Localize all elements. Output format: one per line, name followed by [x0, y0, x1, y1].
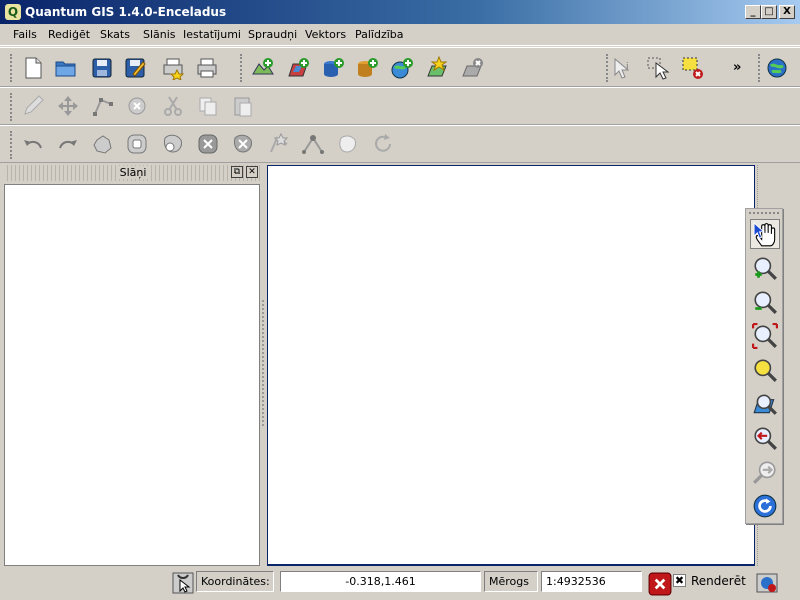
add-vector-layer-icon[interactable] — [250, 55, 276, 81]
split-features-icon[interactable] — [300, 131, 326, 157]
toolbar-grip[interactable] — [10, 93, 13, 121]
status-bar: Koordinātes: -0.318,1.461 Mērogs 1:49325… — [0, 569, 800, 600]
render-checkbox[interactable]: ✖ — [673, 574, 686, 587]
layers-panel-header[interactable]: Slāņi — [4, 165, 262, 181]
save-as-icon[interactable] — [122, 55, 148, 81]
menu-layer[interactable]: Slānis — [143, 28, 176, 41]
remove-layer-icon[interactable] — [460, 55, 486, 81]
paste-features-icon[interactable] — [230, 93, 256, 119]
toggle-extents-icon[interactable] — [170, 570, 194, 594]
copy-features-icon[interactable] — [195, 93, 221, 119]
add-part-icon[interactable] — [160, 131, 186, 157]
title-bar: Q Quantum GIS 1.4.0-Enceladus _ □ X — [0, 0, 800, 24]
svg-text:i: i — [626, 62, 629, 72]
minimize-button[interactable]: _ — [745, 5, 761, 19]
move-feature-icon[interactable] — [55, 93, 81, 119]
open-project-icon[interactable] — [53, 55, 79, 81]
menu-help[interactable]: Palīdzība — [355, 28, 404, 41]
toolbar-overflow-button[interactable]: » — [733, 60, 741, 75]
reshape-feature-icon[interactable] — [266, 131, 292, 157]
zoom-next-icon[interactable] — [750, 457, 780, 487]
menu-plugins[interactable]: Spraudņi — [248, 28, 297, 41]
pan-icon[interactable] — [750, 219, 780, 249]
zoom-out-icon[interactable] — [750, 287, 780, 317]
maximize-button[interactable]: □ — [761, 5, 777, 19]
delete-ring-icon[interactable] — [195, 131, 221, 157]
main-toolbar-row-1: i » — [0, 47, 800, 87]
scale-field[interactable]: 1:4932536 — [541, 571, 642, 592]
close-button[interactable]: X — [779, 5, 795, 19]
redo-icon[interactable] — [55, 131, 81, 157]
toolbar-grip[interactable] — [749, 212, 779, 217]
projection-status-icon[interactable] — [754, 570, 778, 594]
coordinates-field[interactable]: -0.318,1.461 — [280, 571, 481, 592]
toolbar-grip[interactable] — [606, 54, 609, 82]
add-ring-icon[interactable] — [124, 131, 150, 157]
select-icon[interactable] — [645, 55, 671, 81]
scale-label: Mērogs — [484, 571, 538, 592]
layers-list[interactable] — [4, 184, 260, 566]
refresh-icon[interactable] — [750, 491, 780, 521]
advanced-digitizing-toolbar — [0, 125, 800, 163]
add-postgis-layer-icon[interactable] — [320, 55, 346, 81]
render-label: Renderēt — [691, 574, 746, 588]
new-shapefile-icon[interactable] — [424, 55, 450, 81]
delete-selected-icon[interactable] — [124, 93, 150, 119]
panel-close-icon[interactable]: ✕ — [246, 166, 258, 178]
menu-settings[interactable]: Iestatījumi — [183, 28, 241, 41]
panel-float-icon[interactable]: ⧉ — [231, 166, 243, 178]
map-navigation-toolbar — [745, 208, 783, 524]
digitizing-toolbar — [0, 87, 800, 125]
render-toggle[interactable]: ✖ Renderēt — [671, 571, 751, 592]
toolbar-grip[interactable] — [10, 54, 13, 82]
menu-view[interactable]: Skats — [100, 28, 130, 41]
menu-bar: Fails Rediģēt Skats Slānis Iestatījumi S… — [0, 24, 800, 46]
zoom-to-layer-icon[interactable] — [750, 389, 780, 419]
menu-edit[interactable]: Rediģēt — [48, 28, 90, 41]
toolbar-grip[interactable] — [10, 131, 13, 159]
save-project-icon[interactable] — [89, 55, 115, 81]
add-spatialite-layer-icon[interactable] — [354, 55, 380, 81]
deselect-icon[interactable] — [680, 55, 706, 81]
zoom-last-icon[interactable] — [750, 423, 780, 453]
zoom-to-selection-icon[interactable] — [750, 355, 780, 385]
merge-features-icon[interactable] — [335, 131, 361, 157]
stop-render-icon[interactable] — [647, 571, 672, 596]
window-title: Quantum GIS 1.4.0-Enceladus — [25, 5, 227, 19]
zoom-in-icon[interactable] — [750, 253, 780, 283]
menu-vector[interactable]: Vektors — [305, 28, 346, 41]
new-project-icon[interactable] — [20, 55, 46, 81]
layers-panel-title: Slāņi — [115, 166, 151, 179]
toggle-edit-icon[interactable] — [20, 93, 46, 119]
panel-splitter[interactable] — [262, 300, 266, 426]
coordinates-label: Koordinātes: — [196, 571, 274, 592]
cut-features-icon[interactable] — [160, 93, 186, 119]
qgis-app-icon: Q — [5, 4, 21, 20]
node-tool-icon[interactable] — [90, 93, 116, 119]
map-canvas[interactable] — [267, 165, 755, 566]
toolbar-grip[interactable] — [758, 54, 761, 82]
simplify-feature-icon[interactable] — [90, 131, 116, 157]
add-raster-layer-icon[interactable] — [286, 55, 312, 81]
identify-icon[interactable]: i — [610, 55, 636, 81]
print-icon[interactable] — [194, 55, 220, 81]
menu-file[interactable]: Fails — [13, 28, 37, 41]
delete-part-icon[interactable] — [230, 131, 256, 157]
print-composer-icon[interactable] — [160, 55, 186, 81]
undo-icon[interactable] — [20, 131, 46, 157]
rotate-point-symbols-icon[interactable] — [370, 131, 396, 157]
toolbar-grip[interactable] — [240, 54, 243, 82]
add-wms-layer-icon[interactable] — [389, 55, 415, 81]
help-globe-icon[interactable] — [764, 55, 790, 81]
zoom-full-icon[interactable] — [750, 321, 780, 351]
